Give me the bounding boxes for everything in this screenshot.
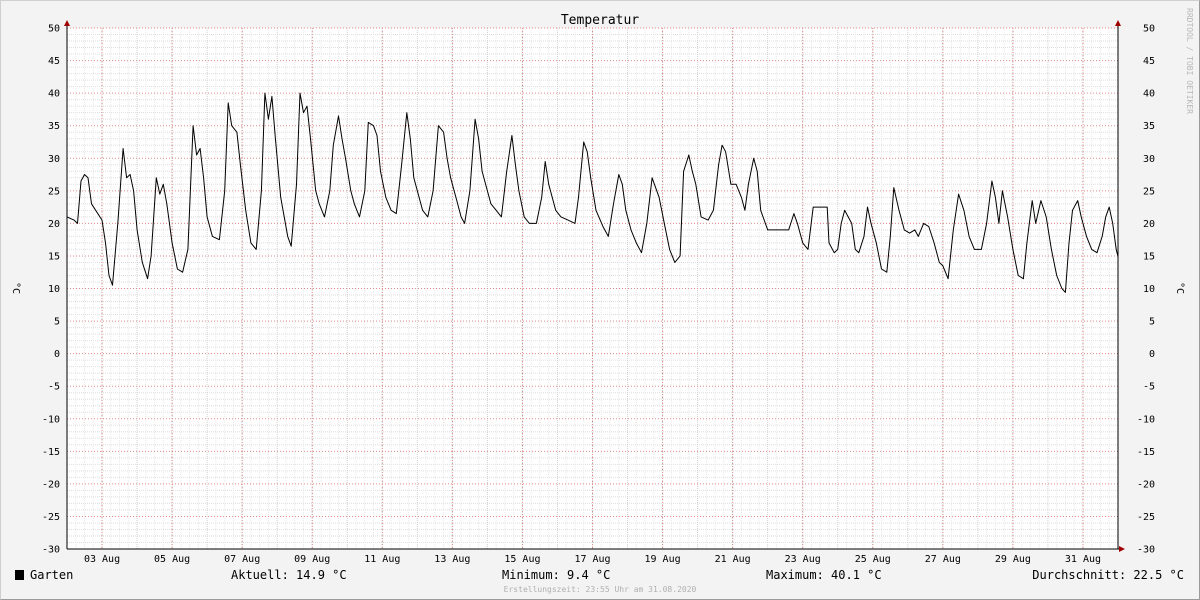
- legend-current-label: Aktuell:: [231, 568, 289, 582]
- temperature-chart: 50454035302520151050-5-10-15-20-25-30 50…: [10, 8, 1194, 594]
- y-tick-label-left: 0: [54, 349, 60, 360]
- y-tick-label-right: 30: [1143, 154, 1155, 165]
- y-tick-label-right: 40: [1143, 89, 1155, 100]
- x-tick-label: 25 Aug: [855, 554, 891, 565]
- y-tick-label-left: 30: [48, 154, 60, 165]
- y-tick-label-right: 20: [1143, 219, 1155, 230]
- y-tick-label-left: -10: [42, 414, 60, 425]
- y-tick-label-right: -30: [1137, 545, 1155, 556]
- y-tick-label-right: 5: [1149, 317, 1155, 328]
- y-tick-label-left: 45: [48, 56, 60, 67]
- y-tick-label-right: -10: [1137, 414, 1155, 425]
- y-tick-label-right: 50: [1143, 24, 1155, 35]
- chart-title: Temperatur: [561, 13, 639, 28]
- y-tick-label-right: 15: [1143, 251, 1155, 262]
- x-tick-label: 19 Aug: [645, 554, 681, 565]
- y-axis-label-left: °C: [10, 282, 21, 294]
- y-tick-label-left: -20: [42, 479, 60, 490]
- x-tick-label: 03 Aug: [84, 554, 120, 565]
- legend-maximum: Maximum: 40.1 °C: [766, 568, 882, 582]
- y-tick-label-right: 0: [1149, 349, 1155, 360]
- x-tick-label: 07 Aug: [224, 554, 260, 565]
- x-tick-label: 13 Aug: [434, 554, 470, 565]
- legend-series-name: Garten: [30, 568, 73, 582]
- y-tick-label-right: -15: [1137, 447, 1155, 458]
- y-tick-label-left: 25: [48, 186, 60, 197]
- legend-minimum-label: Minimum:: [502, 568, 560, 582]
- legend-minimum-value: 9.4 °C: [567, 568, 610, 582]
- y-tick-label-left: 35: [48, 121, 60, 132]
- x-axis-arrow: [1119, 546, 1125, 552]
- legend-swatch-garten: [15, 570, 24, 580]
- y-tick-label-left: 20: [48, 219, 60, 230]
- x-tick-label: 21 Aug: [715, 554, 751, 565]
- x-tick-label: 15 Aug: [504, 554, 540, 565]
- legend-average-value: 22.5 °C: [1133, 568, 1184, 582]
- x-tick-label: 31 Aug: [1065, 554, 1101, 565]
- y-tick-label-left: 5: [54, 317, 60, 328]
- legend-average-label: Durchschnitt:: [1032, 568, 1126, 582]
- y-tick-label-left: 40: [48, 89, 60, 100]
- legend-maximum-label: Maximum:: [766, 568, 824, 582]
- y-tick-label-left: 50: [48, 24, 60, 35]
- y-tick-label-right: 25: [1143, 186, 1155, 197]
- y-tick-label-left: -25: [42, 512, 60, 523]
- legend-current: Aktuell: 14.9 °C: [231, 568, 347, 582]
- x-tick-label: 29 Aug: [995, 554, 1031, 565]
- x-tick-label: 17 Aug: [574, 554, 610, 565]
- y-tick-label-right: -5: [1143, 382, 1155, 393]
- y-tick-label-right: -25: [1137, 512, 1155, 523]
- rrdtool-watermark: RRDTOOL / TOBI OETIKER: [1185, 8, 1194, 114]
- y-tick-label-left: -15: [42, 447, 60, 458]
- left-axis-arrow: [64, 20, 70, 26]
- x-tick-label: 05 Aug: [154, 554, 190, 565]
- y-tick-label-right: -20: [1137, 479, 1155, 490]
- y-axis-label-right: °C: [1174, 282, 1185, 294]
- y-tick-label-left: -5: [48, 382, 60, 393]
- y-tick-label-left: 10: [48, 284, 60, 295]
- y-tick-label-left: 15: [48, 251, 60, 262]
- x-tick-label: 27 Aug: [925, 554, 961, 565]
- y-tick-labels-left: 50454035302520151050-5-10-15-20-25-30: [42, 24, 60, 556]
- y-tick-label-right: 10: [1143, 284, 1155, 295]
- x-tick-label: 11 Aug: [364, 554, 400, 565]
- y-tick-labels-right: 50454035302520151050-5-10-15-20-25-30: [1137, 24, 1155, 556]
- x-tick-labels: 03 Aug 05 Aug 07 Aug 09 Aug 11 Aug 13 Aug 15 A…: [84, 554, 1101, 565]
- y-tick-label-left: -30: [42, 545, 60, 556]
- y-tick-label-right: 35: [1143, 121, 1155, 132]
- right-axis-arrow: [1115, 20, 1121, 26]
- x-tick-label: 23 Aug: [785, 554, 821, 565]
- legend-minimum: Minimum: 9.4 °C: [502, 568, 610, 582]
- creation-time-footer: Erstellungszeit: 23:55 Uhr am 31.08.2020: [504, 585, 697, 594]
- x-tick-label: 09 Aug: [294, 554, 330, 565]
- y-tick-label-right: 45: [1143, 56, 1155, 67]
- legend-maximum-value: 40.1 °C: [831, 568, 882, 582]
- legend-current-value: 14.9 °C: [296, 568, 347, 582]
- legend-average: Durchschnitt: 22.5 °C: [1032, 568, 1184, 582]
